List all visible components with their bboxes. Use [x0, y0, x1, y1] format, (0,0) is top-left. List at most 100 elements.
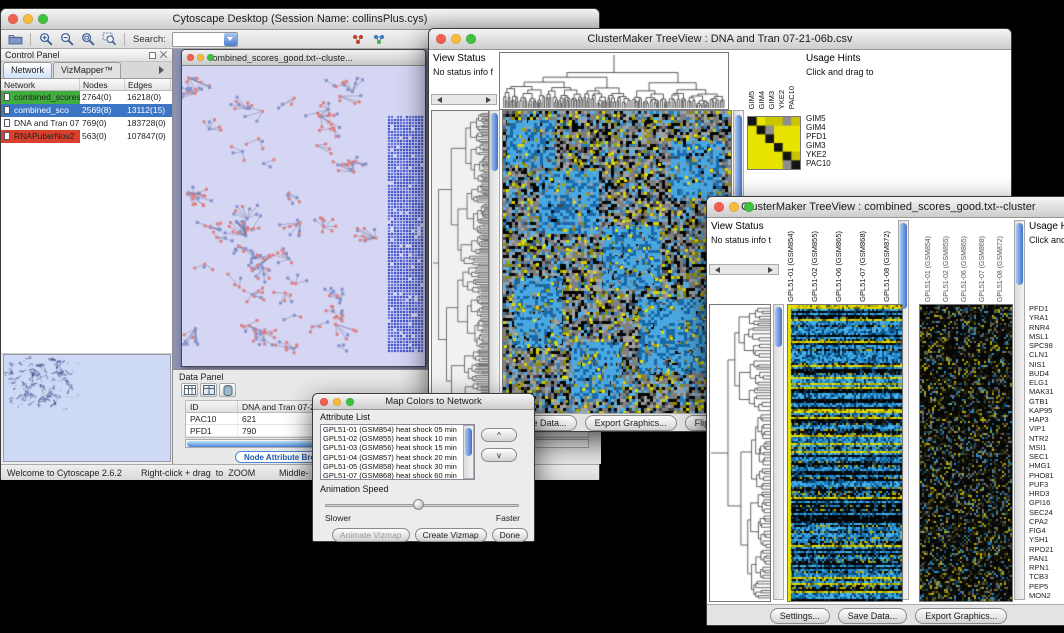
slider-thumb[interactable]	[413, 499, 424, 510]
treeview-action-button[interactable]: Settings...	[770, 608, 830, 624]
cytoscape-titlebar[interactable]: Cytoscape Desktop (Session Name: collins…	[1, 9, 599, 30]
close-window-button[interactable]	[8, 14, 18, 24]
network-list-row[interactable]: RNAPuberNov2 563(0) 107847(0)	[1, 130, 172, 143]
close-panel-icon[interactable]	[160, 51, 168, 59]
window-controls	[320, 398, 354, 406]
row-id-cell: PAC10	[186, 413, 238, 424]
column-header-id[interactable]: ID	[186, 401, 238, 412]
heatmap-canvas[interactable]	[502, 110, 732, 416]
map-colors-titlebar[interactable]: Map Colors to Network	[313, 394, 534, 410]
network-view-titlebar[interactable]: combined_scores_good.txt--cluste...	[182, 50, 425, 66]
search-input[interactable]	[172, 32, 238, 47]
control-panel-tab[interactable]: Network	[3, 62, 52, 78]
column-label: GIM4	[757, 91, 767, 109]
scroll-right-icon[interactable]	[486, 97, 494, 103]
column-header-edges[interactable]: Edges	[125, 79, 171, 90]
network-view-window: combined_scores_good.txt--cluste...	[181, 49, 426, 367]
dendrogram-vscrollbar[interactable]	[773, 304, 784, 600]
attribute-option[interactable]: GPL51-04 (GSM857) heat shock 20 min	[321, 453, 463, 462]
minimize-window-button[interactable]	[333, 398, 341, 406]
close-window-button[interactable]	[187, 54, 194, 61]
treeview-combined-titlebar[interactable]: ClusterMaker TreeView : combined_scores_…	[707, 197, 1064, 218]
minimize-window-button[interactable]	[451, 34, 461, 44]
vscroll-thumb[interactable]	[735, 115, 742, 203]
treeview-action-button[interactable]: Export Graphics...	[585, 415, 677, 431]
zoom-selected-icon[interactable]	[100, 31, 118, 47]
control-panel-tab[interactable]: VizMapper™	[53, 62, 121, 78]
attribute-option[interactable]: GPL51-03 (GSM856) heat shock 15 min	[321, 443, 463, 452]
heatmap-canvas[interactable]	[787, 304, 903, 602]
dialog-button[interactable]: Animate Vizmap	[332, 528, 410, 542]
open-folder-icon[interactable]	[6, 31, 24, 47]
scroll-left-icon[interactable]	[434, 97, 442, 103]
attribute-grid-icon[interactable]	[200, 383, 217, 397]
zoom-fit-icon[interactable]	[79, 31, 97, 47]
gene-label: YSH1	[1029, 535, 1054, 544]
network-list-row[interactable]: DNA and Tran 07 769(0) 183728(0)	[1, 117, 172, 130]
treeview-dna-titlebar[interactable]: ClusterMaker TreeView : DNA and Tran 07-…	[429, 29, 1011, 50]
birdseye-view-canvas[interactable]	[3, 354, 171, 462]
vscroll-thumb[interactable]	[491, 113, 498, 171]
attribute-list-vscrollbar[interactable]	[463, 425, 474, 479]
attribute-option[interactable]: GPL51-01 (GSM854) heat shock 05 min	[321, 425, 463, 434]
zoom-window-button[interactable]	[744, 202, 754, 212]
column-label: GPL51-08 (GSM872)	[882, 231, 892, 302]
zoom-window-button[interactable]	[466, 34, 476, 44]
zoom-window-button[interactable]	[346, 398, 354, 406]
scroll-right-icon[interactable]	[768, 267, 776, 273]
column-header-network[interactable]: Network	[1, 79, 80, 90]
attribute-option[interactable]: GPL51-02 (GSM855) heat shock 10 min	[321, 434, 463, 443]
row-dendrogram-canvas[interactable]	[709, 304, 771, 602]
gene-label: MAK31	[1029, 387, 1054, 396]
column-dendrogram-canvas[interactable]	[499, 52, 729, 110]
mini-heatmap-canvas[interactable]	[747, 116, 801, 170]
zoom-in-icon[interactable]	[37, 31, 55, 47]
hscroll-thumb[interactable]	[187, 441, 317, 447]
dendrogram-hscrollbar[interactable]	[431, 94, 497, 105]
network-tree-empty-area	[1, 143, 172, 354]
attribute-option[interactable]: GPL51-07 (GSM868) heat shock 60 min	[321, 471, 463, 479]
zoom-out-icon[interactable]	[58, 31, 76, 47]
attribute-option[interactable]: GPL51-05 (GSM858) heat shock 30 min	[321, 462, 463, 471]
combo-dropdown-icon[interactable]	[224, 33, 237, 46]
float-panel-icon[interactable]	[149, 52, 156, 59]
zoom-heatmap-vscrollbar[interactable]	[1014, 220, 1025, 600]
dialog-button[interactable]: Done	[492, 528, 528, 542]
network-canvas[interactable]	[182, 66, 425, 366]
treeview-combined-title: ClusterMaker TreeView : combined_scores_…	[741, 201, 1036, 213]
minimize-window-button[interactable]	[23, 14, 33, 24]
slower-label: Slower	[325, 513, 351, 523]
vscroll-thumb[interactable]	[465, 428, 472, 456]
minimize-window-button[interactable]	[729, 202, 739, 212]
vscroll-thumb[interactable]	[900, 223, 907, 309]
treeview-action-button[interactable]: Save Data...	[838, 608, 908, 624]
vscroll-thumb[interactable]	[775, 307, 782, 347]
close-window-button[interactable]	[436, 34, 446, 44]
minimize-window-button[interactable]	[197, 54, 204, 61]
destroy-network-icon[interactable]	[349, 31, 367, 47]
column-header-nodes[interactable]: Nodes	[80, 79, 125, 90]
dendrogram-vscrollbar[interactable]	[489, 110, 500, 414]
zoom-window-button[interactable]	[38, 14, 48, 24]
row-dendrogram-canvas[interactable]	[431, 110, 489, 416]
move-down-button[interactable]: v	[481, 448, 517, 462]
animation-speed-slider[interactable]	[325, 498, 519, 512]
tab-overflow-icon[interactable]	[159, 66, 168, 74]
zoom-heatmap-canvas[interactable]	[919, 304, 1013, 602]
network-list-row[interactable]: combined_scores 2764(0) 16218(0)	[1, 91, 172, 104]
scroll-left-icon[interactable]	[712, 267, 720, 273]
column-label: GPL51-02 (GSM855)	[942, 236, 952, 302]
dendrogram-hscrollbar[interactable]	[709, 264, 779, 275]
database-icon[interactable]	[219, 383, 236, 397]
treeview-action-button[interactable]: Export Graphics...	[915, 608, 1007, 624]
zoom-window-button[interactable]	[207, 54, 214, 61]
move-up-button[interactable]: ^	[481, 428, 517, 442]
close-window-button[interactable]	[320, 398, 328, 406]
close-window-button[interactable]	[714, 202, 724, 212]
control-panel-header: Control Panel	[1, 49, 172, 62]
table-grid-icon[interactable]	[181, 383, 198, 397]
network-list-row[interactable]: combined_sco 2569(8) 13112(15)	[1, 104, 172, 117]
dialog-button[interactable]: Create Vizmap	[415, 528, 487, 542]
vscroll-thumb[interactable]	[1016, 223, 1023, 285]
create-view-icon[interactable]	[370, 31, 388, 47]
